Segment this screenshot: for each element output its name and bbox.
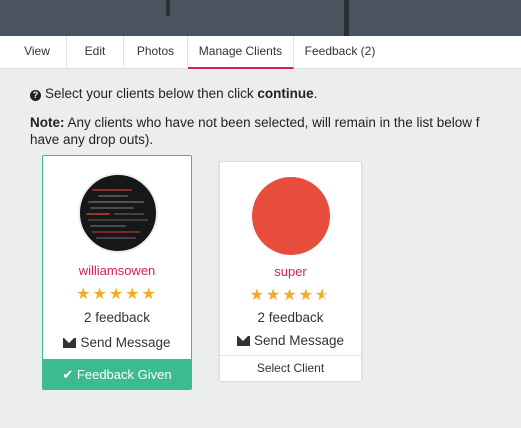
star-half-icon: ★ [315, 285, 331, 305]
header-banner [0, 0, 521, 36]
client-name[interactable]: williamsowen [43, 263, 191, 278]
star-icon: ★ [265, 287, 283, 304]
client-card[interactable]: williamsowen ★★★★★ 2 feedback Send Messa… [42, 155, 192, 390]
tab-feedback[interactable]: Feedback (2) [294, 36, 386, 69]
avatar [252, 177, 330, 255]
client-card[interactable]: super ★★★★★ 2 feedback Send Message Sele… [219, 161, 362, 381]
star-icon: ★ [141, 286, 158, 303]
instruction-text: ? Select your clients below then click co… [30, 86, 317, 101]
check-icon: ✔ [62, 367, 74, 382]
send-message-link[interactable]: Send Message [43, 335, 191, 350]
star-icon: ★ [108, 286, 126, 303]
note-text: Note: Any clients who have not been sele… [30, 115, 480, 147]
send-message-link[interactable]: Send Message [220, 333, 361, 348]
tab-edit[interactable]: Edit [67, 36, 124, 69]
tab-bar: View Edit Photos Manage Clients Feedback… [0, 36, 521, 69]
tab-manage-clients[interactable]: Manage Clients [188, 36, 294, 69]
feedback-given-button[interactable]: ✔ Feedback Given [42, 359, 192, 390]
tab-view[interactable]: View [0, 36, 67, 69]
envelope-icon [236, 336, 250, 346]
avatar [78, 173, 158, 253]
star-icon: ★ [298, 287, 316, 304]
select-client-button[interactable]: Select Client [220, 355, 361, 381]
star-icon: ★ [249, 287, 266, 304]
feedback-count: 2 feedback [257, 310, 324, 325]
banner-decoration [344, 0, 349, 36]
star-rating: ★★★★★ [43, 284, 191, 304]
star-rating: ★★★★★ [220, 285, 361, 305]
banner-decoration [166, 0, 170, 16]
star-icon: ★ [76, 286, 93, 303]
star-icon: ★ [92, 286, 109, 303]
star-icon: ★ [125, 286, 142, 303]
feedback-count: 2 feedback [83, 310, 151, 325]
star-icon: ★ [282, 287, 299, 304]
question-circle-icon: ? [30, 90, 41, 101]
tab-photos[interactable]: Photos [124, 36, 188, 69]
envelope-icon [63, 338, 77, 348]
client-name[interactable]: super [220, 264, 361, 279]
